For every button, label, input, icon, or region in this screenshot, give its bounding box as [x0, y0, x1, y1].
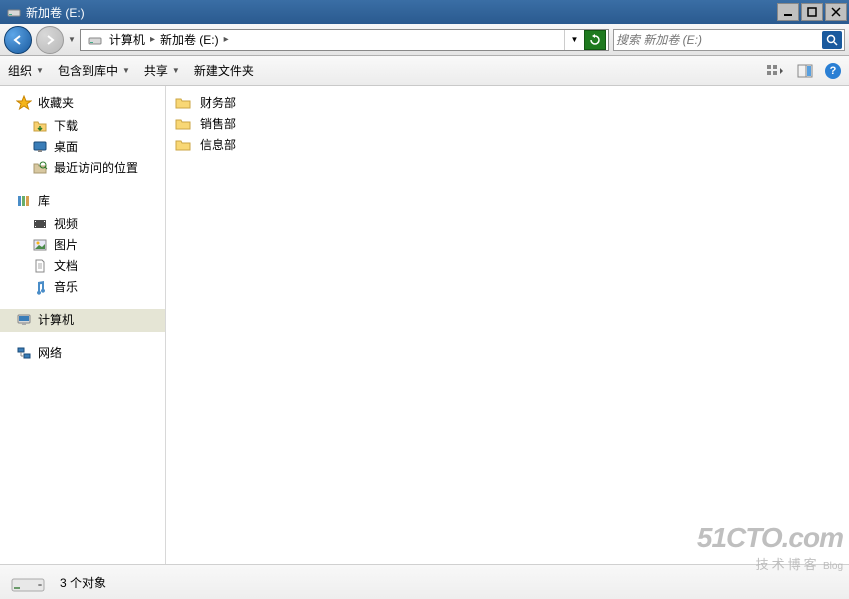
status-bar: 3 个对象	[0, 564, 849, 599]
main-area: 收藏夹 下载 桌面 最近访问的位置 库 视频	[0, 86, 849, 564]
videos-label: 视频	[54, 215, 78, 232]
picture-icon	[32, 237, 48, 253]
address-bar[interactable]: 计算机 ▸ 新加卷 (E:) ▸ ▼	[80, 29, 609, 51]
libraries-label: 库	[38, 192, 50, 209]
file-list[interactable]: 财务部 销售部 信息部	[166, 86, 849, 564]
sidebar-item-documents[interactable]: 文档	[0, 255, 165, 276]
back-button[interactable]	[4, 26, 32, 54]
window-title: 新加卷 (E:)	[26, 4, 775, 21]
sidebar-item-network[interactable]: 网络	[0, 342, 165, 365]
network-icon	[16, 345, 32, 361]
network-group: 网络	[0, 342, 165, 365]
recent-icon	[32, 160, 48, 176]
chevron-right-icon[interactable]: ▸	[221, 34, 232, 45]
folder-icon	[174, 95, 192, 111]
sidebar-item-downloads[interactable]: 下载	[0, 115, 165, 136]
chevron-right-icon[interactable]: ▸	[147, 34, 158, 45]
sidebar-item-libraries[interactable]: 库	[0, 190, 165, 213]
new-folder-button[interactable]: 新建文件夹	[194, 62, 254, 79]
organize-button[interactable]: 组织 ▼	[8, 62, 44, 79]
documents-label: 文档	[54, 257, 78, 274]
computer-group: 计算机	[0, 309, 165, 332]
video-icon	[32, 216, 48, 232]
folder-icon	[32, 118, 48, 134]
folder-item[interactable]: 销售部	[170, 113, 845, 134]
computer-icon	[16, 312, 32, 328]
share-button[interactable]: 共享 ▼	[144, 62, 180, 79]
drive-icon	[6, 4, 22, 20]
recent-label: 最近访问的位置	[54, 159, 138, 176]
include-label: 包含到库中	[58, 62, 118, 79]
drive-icon	[87, 32, 103, 48]
breadcrumb-root[interactable]: 计算机	[107, 31, 147, 48]
drive-icon	[8, 569, 48, 595]
pictures-label: 图片	[54, 236, 78, 253]
music-icon	[32, 279, 48, 295]
folder-icon	[174, 116, 192, 132]
folder-icon	[174, 137, 192, 153]
maximize-button[interactable]	[801, 3, 823, 21]
sidebar-item-computer[interactable]: 计算机	[0, 309, 165, 332]
refresh-button[interactable]	[584, 30, 606, 50]
chevron-down-icon: ▼	[36, 66, 44, 75]
document-icon	[32, 258, 48, 274]
breadcrumb-current[interactable]: 新加卷 (E:)	[158, 31, 221, 48]
music-label: 音乐	[54, 278, 78, 295]
status-text: 3 个对象	[60, 574, 106, 591]
search-input[interactable]	[616, 33, 822, 47]
downloads-label: 下载	[54, 117, 78, 134]
sidebar-item-music[interactable]: 音乐	[0, 276, 165, 297]
folder-name: 销售部	[200, 115, 236, 132]
favorites-label: 收藏夹	[38, 94, 74, 111]
history-dropdown-icon[interactable]: ▼	[68, 35, 76, 44]
libraries-group: 库 视频 图片 文档 音乐	[0, 190, 165, 297]
library-icon	[16, 193, 32, 209]
command-bar: 组织 ▼ 包含到库中 ▼ 共享 ▼ 新建文件夹 ?	[0, 56, 849, 86]
folder-item[interactable]: 财务部	[170, 92, 845, 113]
close-button[interactable]	[825, 3, 847, 21]
sidebar-item-pictures[interactable]: 图片	[0, 234, 165, 255]
sidebar-item-desktop[interactable]: 桌面	[0, 136, 165, 157]
forward-button[interactable]	[36, 26, 64, 54]
chevron-down-icon: ▼	[122, 66, 130, 75]
folder-name: 信息部	[200, 136, 236, 153]
sidebar-item-favorites[interactable]: 收藏夹	[0, 92, 165, 115]
search-icon[interactable]	[822, 31, 842, 49]
sidebar-item-videos[interactable]: 视频	[0, 213, 165, 234]
computer-label: 计算机	[38, 311, 74, 328]
nav-bar: ▼ 计算机 ▸ 新加卷 (E:) ▸ ▼	[0, 24, 849, 56]
desktop-icon	[32, 139, 48, 155]
organize-label: 组织	[8, 62, 32, 79]
network-label: 网络	[38, 344, 62, 361]
sidebar-item-recent[interactable]: 最近访问的位置	[0, 157, 165, 178]
share-label: 共享	[144, 62, 168, 79]
desktop-label: 桌面	[54, 138, 78, 155]
favorites-group: 收藏夹 下载 桌面 最近访问的位置	[0, 92, 165, 178]
chevron-down-icon: ▼	[172, 66, 180, 75]
newfolder-label: 新建文件夹	[194, 62, 254, 79]
folder-name: 财务部	[200, 94, 236, 111]
address-dropdown-icon[interactable]: ▼	[564, 30, 584, 50]
star-icon	[16, 95, 32, 111]
preview-pane-button[interactable]	[795, 62, 815, 80]
view-mode-button[interactable]	[765, 62, 785, 80]
folder-item[interactable]: 信息部	[170, 134, 845, 155]
search-box[interactable]	[613, 29, 845, 51]
navigation-pane: 收藏夹 下载 桌面 最近访问的位置 库 视频	[0, 86, 166, 564]
help-button[interactable]: ?	[825, 63, 841, 79]
minimize-button[interactable]	[777, 3, 799, 21]
include-in-library-button[interactable]: 包含到库中 ▼	[58, 62, 130, 79]
title-bar: 新加卷 (E:)	[0, 0, 849, 24]
